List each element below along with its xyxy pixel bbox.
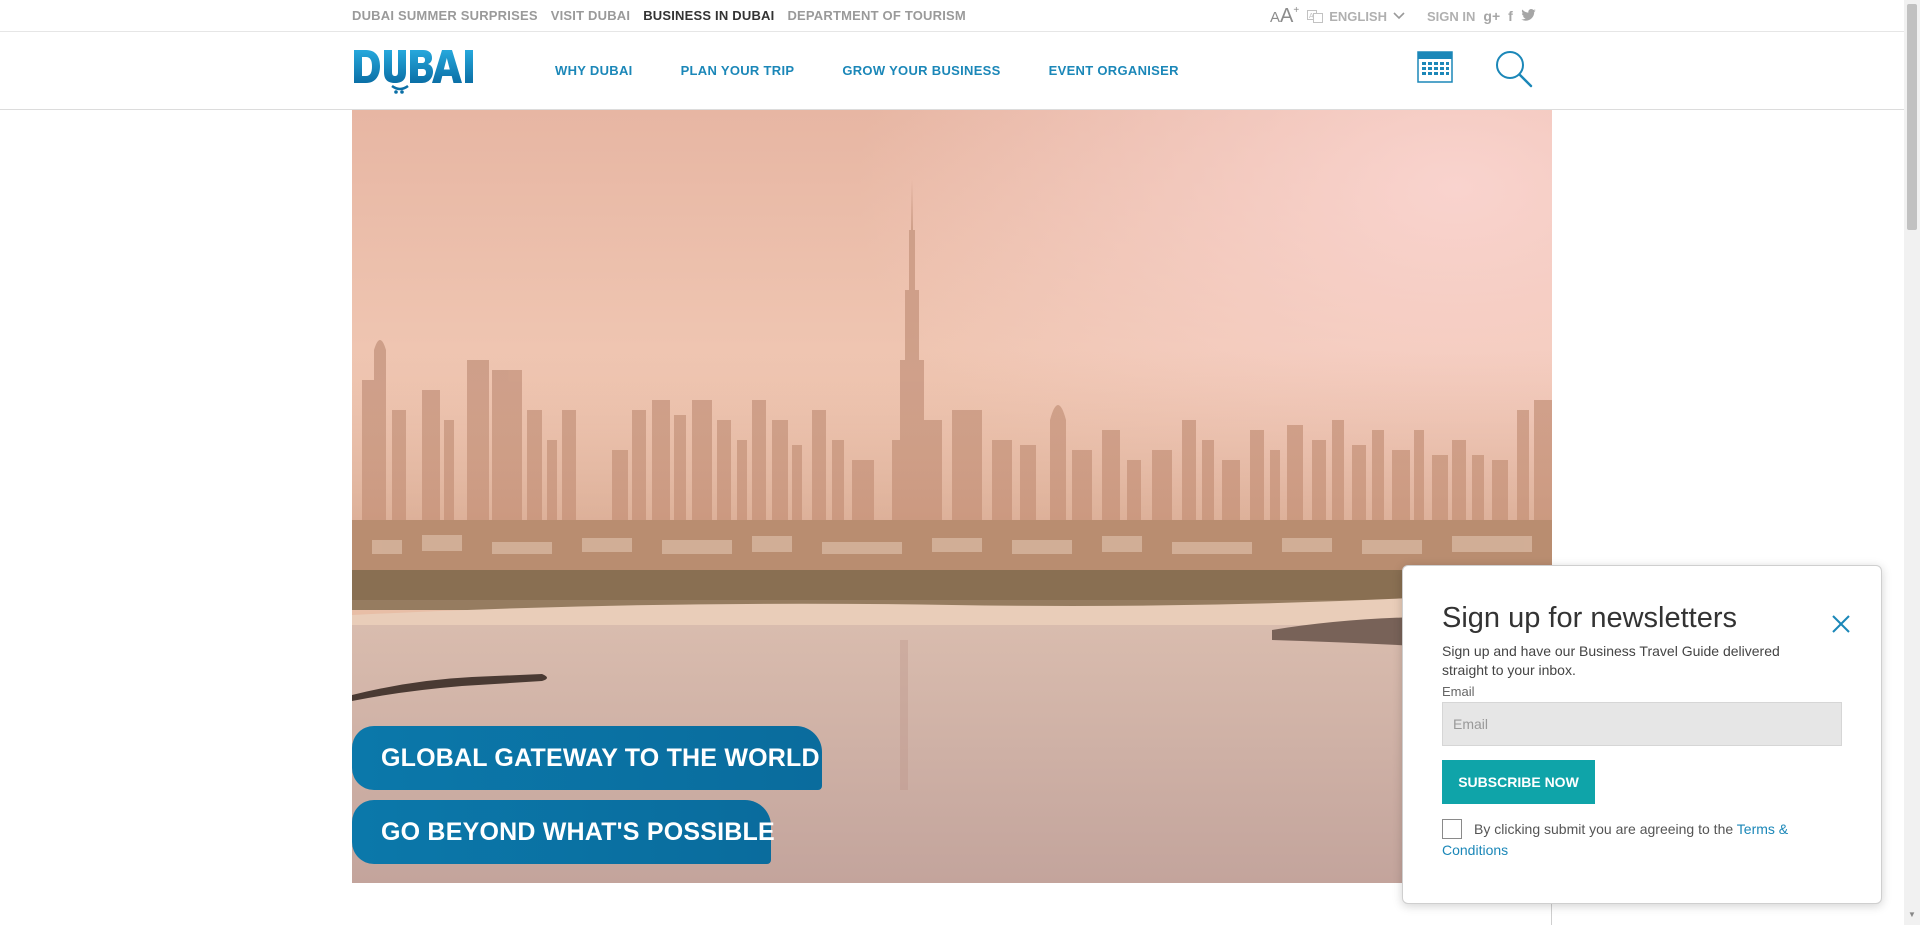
utility-right: A A + A ENGLISH SIGN IN g+ f: [1270, 5, 1536, 27]
hero-banner: GLOBAL GATEWAY TO THE WORLD GO BEYOND WH…: [352, 110, 1552, 883]
terms-text-label: By clicking submit you are agreeing to t…: [1474, 821, 1737, 837]
nav-grow-your-business[interactable]: GROW YOUR BUSINESS: [842, 63, 1000, 78]
facebook-icon[interactable]: f: [1508, 8, 1513, 24]
social-links: g+ f: [1483, 8, 1536, 24]
terms-text: By clicking submit you are agreeing to t…: [1442, 819, 1842, 861]
utility-link-dubai-summer-surprises[interactable]: DUBAI SUMMER SURPRISES: [352, 8, 538, 23]
language-icon: A: [1307, 9, 1324, 23]
utility-bar: DUBAI SUMMER SURPRISES VISIT DUBAI BUSIN…: [0, 0, 1904, 32]
language-select[interactable]: A ENGLISH: [1307, 9, 1405, 24]
font-size-big-glyph: A: [1280, 4, 1294, 27]
dubai-logo[interactable]: [352, 46, 482, 96]
tagline-global-gateway[interactable]: GLOBAL GATEWAY TO THE WORLD: [352, 726, 822, 790]
font-size-plus-glyph: +: [1293, 4, 1300, 16]
page-scrollbar[interactable]: ▼: [1904, 0, 1920, 925]
close-icon[interactable]: [1830, 613, 1852, 635]
utility-link-business-in-dubai[interactable]: BUSINESS IN DUBAI: [643, 8, 774, 23]
nav-event-organiser[interactable]: EVENT ORGANISER: [1049, 63, 1179, 78]
scroll-down-icon[interactable]: ▼: [1908, 910, 1916, 919]
font-size-toggle[interactable]: A A +: [1270, 5, 1299, 28]
chevron-down-icon: [1393, 12, 1405, 20]
font-size-small-glyph: A: [1270, 8, 1281, 26]
language-label: ENGLISH: [1329, 8, 1387, 24]
scrollbar-thumb[interactable]: [1907, 4, 1917, 230]
nav-plan-your-trip[interactable]: PLAN YOUR TRIP: [681, 63, 795, 78]
email-field[interactable]: [1442, 702, 1842, 746]
newsletter-popup: Sign up for newsletters Sign up and have…: [1402, 565, 1882, 904]
calendar-icon[interactable]: [1417, 51, 1453, 88]
utility-link-visit-dubai[interactable]: VISIT DUBAI: [551, 8, 630, 23]
newsletter-description: Sign up and have our Business Travel Gui…: [1442, 643, 1780, 678]
email-label: Email: [1442, 684, 1475, 699]
svg-text:A: A: [1309, 13, 1314, 20]
google-plus-icon[interactable]: g+: [1483, 8, 1500, 24]
main-nav: WHY DUBAI PLAN YOUR TRIP GROW YOUR BUSIN…: [555, 63, 1179, 78]
newsletter-title: Sign up for newsletters: [1442, 602, 1737, 634]
subscribe-button[interactable]: SUBSCRIBE NOW: [1442, 760, 1595, 804]
main-header: WHY DUBAI PLAN YOUR TRIP GROW YOUR BUSIN…: [0, 32, 1904, 110]
sign-in-link[interactable]: SIGN IN: [1427, 9, 1475, 24]
utility-link-department-of-tourism[interactable]: DEPARTMENT OF TOURISM: [787, 8, 966, 23]
utility-links: DUBAI SUMMER SURPRISES VISIT DUBAI BUSIN…: [352, 8, 966, 23]
twitter-icon[interactable]: [1521, 8, 1536, 24]
nav-why-dubai[interactable]: WHY DUBAI: [555, 63, 633, 78]
tagline-go-beyond[interactable]: GO BEYOND WHAT'S POSSIBLE: [352, 800, 775, 864]
search-icon[interactable]: [1494, 49, 1534, 94]
